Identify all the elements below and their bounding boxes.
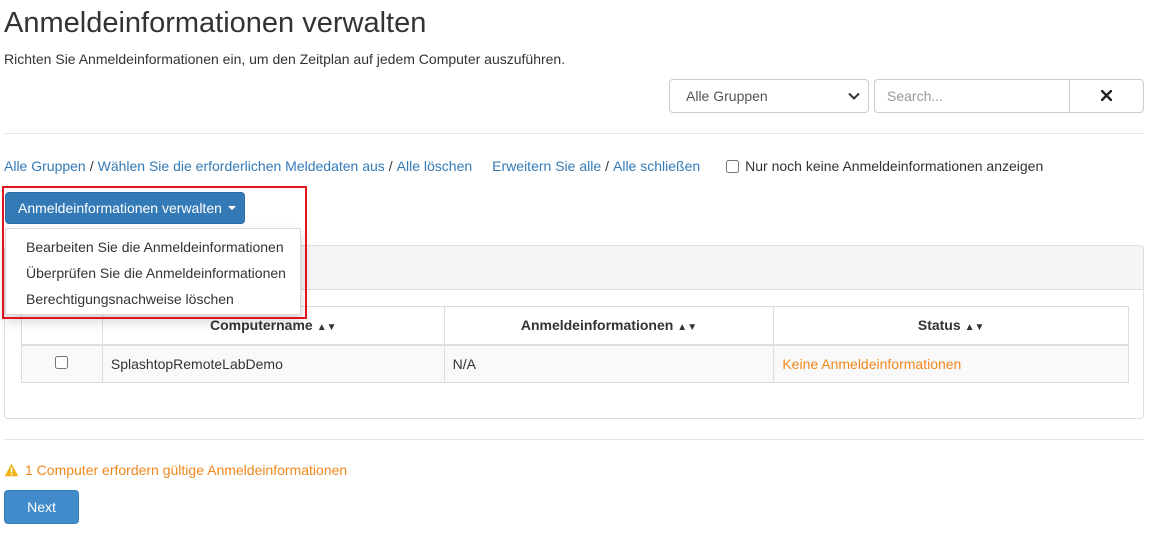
menu-item-edit-credentials[interactable]: Bearbeiten Sie die Anmeldeinformationen <box>6 234 300 260</box>
credentials-cell: N/A <box>443 344 775 383</box>
next-button[interactable]: Next <box>4 490 79 524</box>
expand-all-link[interactable]: Erweitern Sie alle <box>492 158 601 174</box>
clear-search-button[interactable] <box>1069 79 1144 113</box>
computer-name-cell: SplashtopRemoteLabDemo <box>101 344 445 383</box>
separator: / <box>388 158 393 174</box>
row-checkbox[interactable] <box>55 355 69 369</box>
menu-item-verify-credentials[interactable]: Überprüfen Sie die Anmeldeinformationen <box>6 260 300 286</box>
caret-down-icon <box>227 206 236 210</box>
warning-text: 1 Computer erfordern gültige Anmeldeinfo… <box>25 462 348 478</box>
menu-item-delete-credentials[interactable]: Berechtigungsnachweise löschen <box>6 286 300 312</box>
table-row: SplashtopRemoteLabDemo N/A Keine Anmelde… <box>21 344 1129 383</box>
sort-icon: ▲▼ <box>316 322 337 334</box>
column-header-status[interactable]: Status ▲▼ <box>773 306 1129 346</box>
separator: / <box>605 158 609 174</box>
column-header-credentials[interactable]: Anmeldeinformationen ▲▼ <box>443 306 775 346</box>
collapse-all-link[interactable]: Alle schließen <box>613 158 700 174</box>
clear-all-link[interactable]: Alle löschen <box>397 158 473 174</box>
separator: / <box>89 158 94 174</box>
divider <box>4 439 1144 440</box>
computers-table: Computername ▲▼ Anmeldeinformationen ▲▼ St… <box>21 306 1129 383</box>
close-icon <box>1100 88 1113 104</box>
manage-credentials-button[interactable]: Anmeldeinformationen verwalten <box>5 192 245 224</box>
only-missing-label: Nur noch keine Anmeldeinformationen anze… <box>745 158 1044 174</box>
all-groups-link[interactable]: Alle Gruppen <box>4 158 86 174</box>
page-title: Anmeldeinformationen verwalten <box>4 7 427 39</box>
only-missing-checkbox[interactable] <box>726 159 740 173</box>
warning-icon <box>4 463 19 477</box>
warning-message: 1 Computer erfordern gültige Anmeldeinfo… <box>4 462 347 478</box>
only-missing-filter[interactable]: Nur noch keine Anmeldeinformationen anze… <box>726 158 1043 174</box>
select-required-link[interactable]: Wählen Sie die erforderlichen Meldedaten… <box>98 158 385 174</box>
search-input[interactable] <box>874 79 1070 113</box>
chevron-down-icon <box>840 80 868 112</box>
filter-row: Alle Gruppen / Wählen Sie die erforderli… <box>4 157 1043 175</box>
page-subtitle: Richten Sie Anmeldeinformationen ein, um… <box>4 51 566 67</box>
row-select-cell <box>21 344 103 383</box>
group-select-value: Alle Gruppen <box>686 88 768 104</box>
manage-credentials-menu: Bearbeiten Sie die Anmeldeinformationen … <box>5 228 301 315</box>
sort-icon: ▲▼ <box>964 322 985 334</box>
sort-icon: ▲▼ <box>677 322 698 334</box>
status-cell: Keine Anmeldeinformationen <box>773 344 1129 383</box>
group-select[interactable]: Alle Gruppen <box>669 79 869 113</box>
manage-credentials-label: Anmeldeinformationen verwalten <box>18 200 222 216</box>
divider <box>4 133 1144 134</box>
